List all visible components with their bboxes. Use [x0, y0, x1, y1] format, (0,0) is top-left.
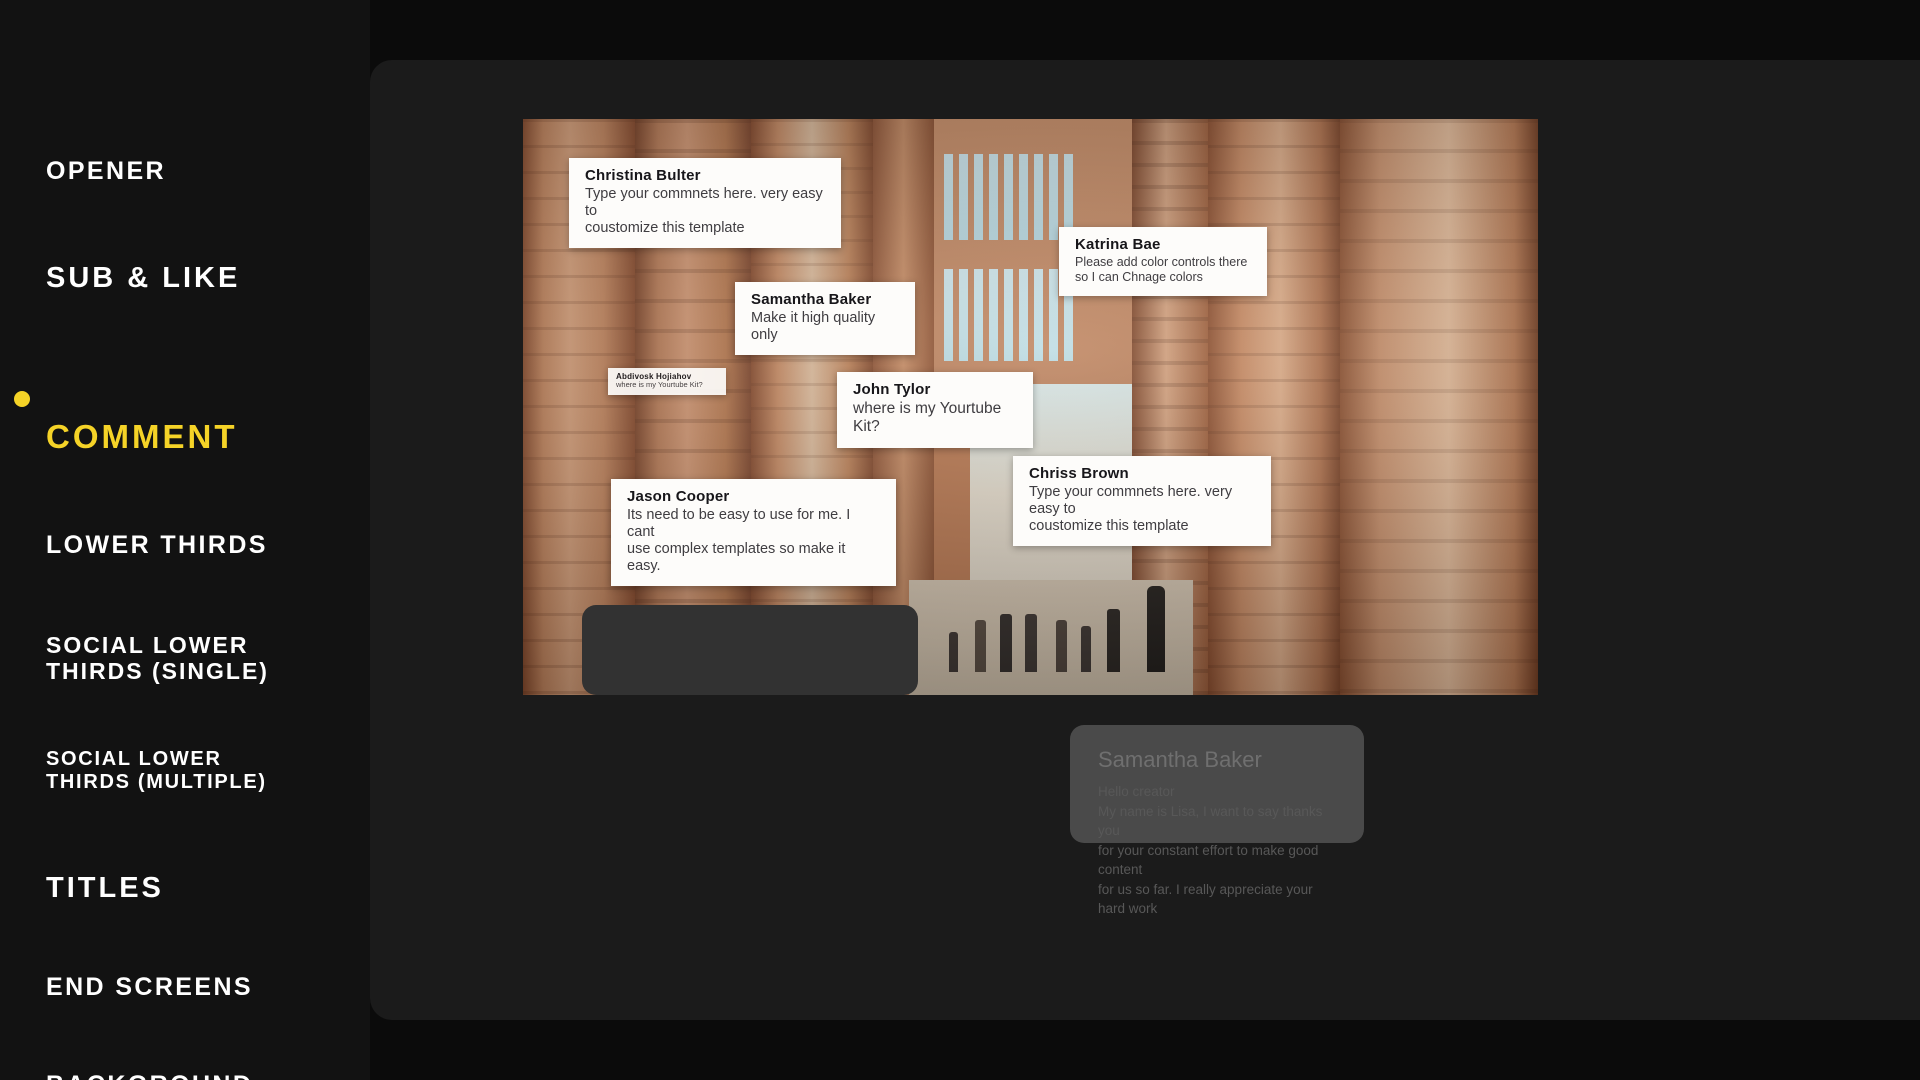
sidebar-item-label: SOCIAL LOWER THIRDS (SINGLE)	[46, 631, 269, 685]
comment-body: Its need to be easy to use for me. I can…	[627, 507, 851, 575]
sidebar-item-background[interactable]: BACKGROUND	[0, 1042, 370, 1080]
active-bullet-icon	[14, 390, 30, 407]
sidebar-item-comment[interactable]: COMMENT	[0, 341, 370, 456]
comment-body: Please add color controls there so I can…	[1075, 255, 1248, 284]
comment-card[interactable]: Abdivosk Hojiahov where is my Yourtube K…	[608, 368, 726, 395]
comment-body: Type your commnets here. very easy to co…	[585, 186, 823, 237]
comment-card[interactable]: Jason Cooper Its need to be easy to use …	[611, 479, 896, 587]
comment-card[interactable]: Christina Bulter Type your commnets here…	[569, 158, 841, 249]
sidebar-item-titles[interactable]: TITLES	[0, 839, 370, 906]
app-root: OPENER SUB & LIKE COMMENT LOWER THIRDS S…	[0, 0, 1920, 1080]
comment-author: Chriss Brown	[1029, 465, 1129, 482]
comment-author: Samantha Baker	[751, 291, 872, 308]
sidebar-item-label: SUB & LIKE	[46, 261, 241, 294]
comment-card[interactable]: Katrina Bae Please add color controls th…	[1059, 227, 1267, 296]
comment-body: Make it high quality only	[751, 310, 876, 344]
comment-author: John Tylor	[853, 381, 931, 398]
comment-body: where is my Yourtube Kit?	[853, 400, 1002, 436]
placeholder-card-left[interactable]	[582, 605, 918, 695]
comment-author: Katrina Bae	[1075, 236, 1161, 253]
comment-card[interactable]: Chriss Brown Type your commnets here. ve…	[1013, 456, 1271, 547]
sidebar-item-opener[interactable]: OPENER	[0, 128, 370, 186]
sidebar-item-label: TITLES	[46, 872, 164, 905]
sidebar: OPENER SUB & LIKE COMMENT LOWER THIRDS S…	[0, 0, 370, 1080]
comment-card[interactable]: Samantha Baker Make it high quality only	[735, 282, 915, 356]
placeholder-body: Hello creator My name is Lisa, I want to…	[1098, 784, 1323, 917]
comment-card[interactable]: John Tylor where is my Yourtube Kit?	[837, 372, 1033, 448]
sidebar-item-social-lower-thirds-single[interactable]: SOCIAL LOWER THIRDS (SINGLE)	[0, 605, 370, 685]
sidebar-item-sub-and-like[interactable]: SUB & LIKE	[0, 228, 370, 295]
placeholder-author: Samantha Baker	[1098, 747, 1262, 772]
sidebar-item-label: SOCIAL LOWER THIRDS (MULTIPLE)	[46, 748, 267, 794]
placeholder-card-right[interactable]: Samantha Baker Hello creator My name is …	[1070, 725, 1364, 916]
content-panel: Christina Bulter Type your commnets here…	[370, 60, 1920, 1020]
sidebar-item-label: OPENER	[46, 157, 166, 185]
comment-author: Jason Cooper	[627, 488, 730, 505]
sidebar-item-label: COMMENT	[46, 417, 238, 455]
sidebar-item-label: END SCREENS	[46, 972, 253, 1001]
comment-author: Christina Bulter	[585, 167, 701, 184]
sidebar-item-label: LOWER THIRDS	[46, 531, 268, 560]
comment-body: Type your commnets here. very easy to co…	[1029, 484, 1233, 535]
comment-body: where is my Yourtube Kit?	[616, 380, 703, 389]
sidebar-item-label: BACKGROUND	[46, 1071, 253, 1080]
sidebar-item-lower-thirds[interactable]: LOWER THIRDS	[0, 502, 370, 560]
sidebar-item-social-lower-thirds-multiple[interactable]: SOCIAL LOWER THIRDS (MULTIPLE)	[0, 725, 370, 795]
sidebar-item-end-screens[interactable]: END SCREENS	[0, 944, 370, 1002]
